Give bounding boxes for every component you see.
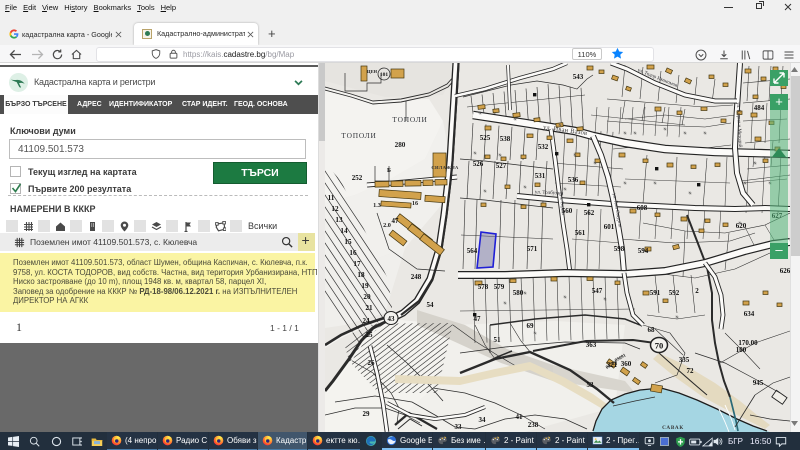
svg-text:252: 252 <box>352 174 363 182</box>
svg-text:592: 592 <box>669 289 680 297</box>
svg-text:579: 579 <box>494 283 505 291</box>
svg-text:536: 536 <box>568 176 579 184</box>
svg-text:608: 608 <box>637 204 648 212</box>
svg-text:335: 335 <box>679 356 690 364</box>
svg-text:484: 484 <box>754 104 765 112</box>
svg-text:Б: Б <box>387 168 391 174</box>
svg-text:571: 571 <box>527 245 538 253</box>
svg-text:47: 47 <box>474 315 482 323</box>
svg-text:ТОПОЛИ: ТОПОЛИ <box>341 131 376 140</box>
svg-text:53: 53 <box>587 381 595 389</box>
svg-text:29: 29 <box>363 410 371 418</box>
svg-text:20: 20 <box>363 293 371 301</box>
svg-text:18: 18 <box>357 271 365 279</box>
svg-text:280: 280 <box>395 141 406 149</box>
svg-text:САВАК: САВАК <box>662 425 684 431</box>
svg-text:12: 12 <box>331 205 339 213</box>
svg-text:2.0: 2.0 <box>383 222 391 229</box>
svg-text:634: 634 <box>744 310 755 318</box>
svg-text:591: 591 <box>650 289 661 297</box>
svg-text:562: 562 <box>584 209 595 217</box>
svg-text:41: 41 <box>516 413 524 421</box>
svg-text:34: 34 <box>479 416 487 424</box>
svg-text:538: 538 <box>500 135 511 143</box>
svg-text:24: 24 <box>363 317 371 325</box>
svg-text:945: 945 <box>753 379 764 387</box>
svg-text:363: 363 <box>586 341 597 349</box>
svg-text:19: 19 <box>361 282 369 290</box>
svg-text:547: 547 <box>592 287 603 295</box>
svg-text:43: 43 <box>388 315 396 323</box>
svg-text:2: 2 <box>695 287 699 295</box>
svg-text:532: 532 <box>538 143 549 151</box>
svg-text:170.00: 170.00 <box>738 339 758 347</box>
svg-text:68: 68 <box>648 326 656 334</box>
svg-text:531: 531 <box>535 172 546 180</box>
svg-text:543: 543 <box>573 73 584 81</box>
svg-text:13: 13 <box>335 216 343 224</box>
svg-text:70: 70 <box>655 341 664 351</box>
svg-text:33: 33 <box>455 423 463 431</box>
svg-text:16: 16 <box>349 249 357 257</box>
svg-text:15: 15 <box>344 238 352 246</box>
svg-text:527: 527 <box>496 162 507 170</box>
svg-text:ТОПОЛИ: ТОПОЛИ <box>392 115 427 124</box>
svg-text:26: 26 <box>368 359 376 367</box>
svg-text:580: 580 <box>513 289 524 297</box>
svg-text:578: 578 <box>478 283 489 291</box>
svg-text:238: 238 <box>528 421 539 429</box>
svg-text:248: 248 <box>411 273 422 281</box>
svg-text:14: 14 <box>340 227 348 235</box>
svg-text:1.3: 1.3 <box>373 202 381 209</box>
svg-text:561: 561 <box>575 229 586 237</box>
svg-text:16: 16 <box>412 200 418 207</box>
svg-text:526: 526 <box>473 160 484 168</box>
svg-text:54: 54 <box>427 301 435 309</box>
svg-text:626: 626 <box>780 267 790 275</box>
svg-text:72: 72 <box>687 367 695 375</box>
svg-text:100: 100 <box>736 346 747 354</box>
svg-text:598: 598 <box>614 245 625 253</box>
svg-text:17: 17 <box>353 260 361 268</box>
svg-text:47: 47 <box>392 217 400 225</box>
svg-text:594: 594 <box>638 247 649 255</box>
svg-text:51: 51 <box>494 336 502 344</box>
svg-text:ЦЕН: ЦЕН <box>367 69 378 74</box>
svg-text:11: 11 <box>328 194 335 202</box>
svg-text:525: 525 <box>480 134 491 142</box>
svg-text:25: 25 <box>366 331 374 339</box>
svg-text:СИЛАЖНА: СИЛАЖНА <box>431 165 459 170</box>
svg-text:601: 601 <box>604 223 615 231</box>
svg-text:564: 564 <box>467 247 478 255</box>
svg-text:21: 21 <box>365 304 373 312</box>
svg-text:69: 69 <box>527 322 535 330</box>
svg-text:360: 360 <box>621 360 632 368</box>
